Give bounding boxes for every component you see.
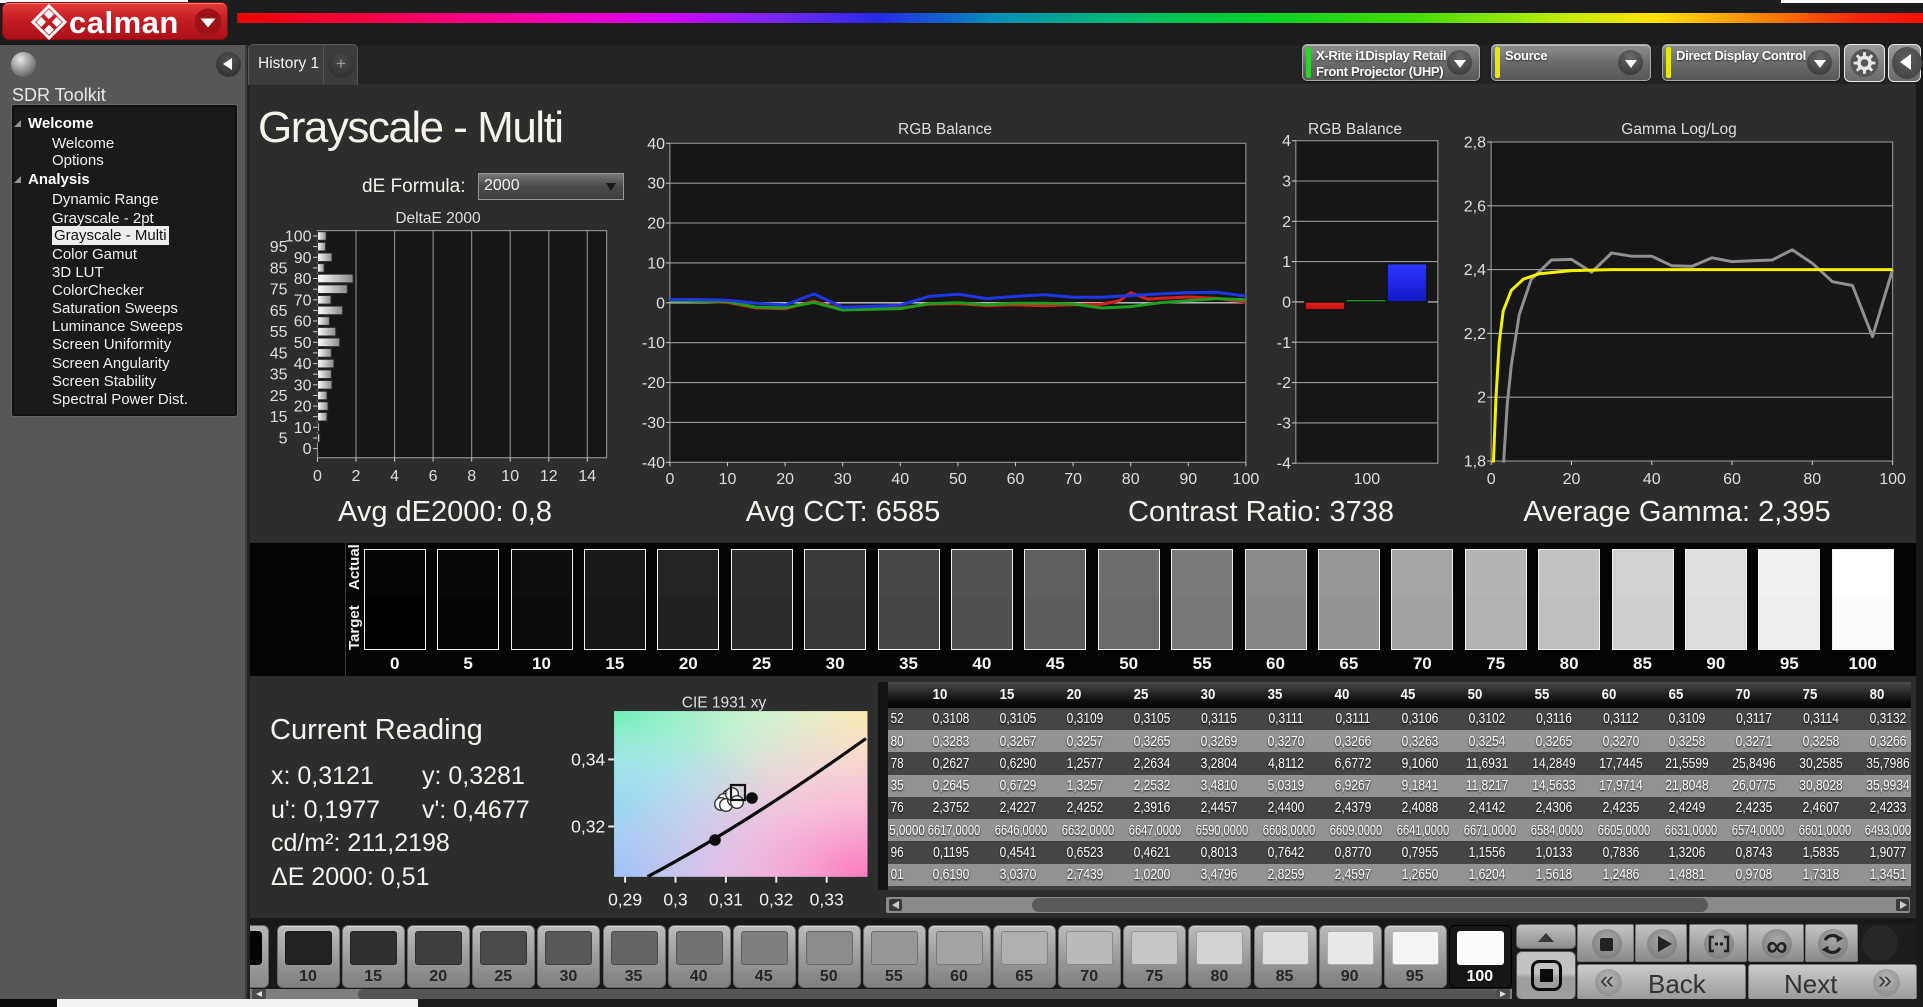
svg-text:100: 100 [1233,471,1260,488]
svg-text:DeltaE 2000: DeltaE 2000 [395,210,481,227]
svg-text:0: 0 [656,295,665,312]
svg-text:100: 100 [285,229,312,246]
svg-text:90: 90 [1179,471,1197,488]
svg-text:RGB Balance: RGB Balance [898,121,992,138]
svg-text:0: 0 [1282,294,1291,311]
svg-text:40: 40 [647,136,665,153]
svg-text:50: 50 [949,471,967,488]
svg-text:2,8: 2,8 [1464,135,1486,152]
svg-text:0,32: 0,32 [759,890,793,910]
svg-text:10: 10 [501,468,519,485]
svg-text:15: 15 [270,409,288,426]
svg-text:35: 35 [270,367,288,384]
svg-text:1: 1 [1282,254,1291,271]
svg-text:0,34: 0,34 [571,749,605,769]
svg-text:-30: -30 [642,415,665,432]
svg-text:0,32: 0,32 [571,817,605,837]
svg-text:2,2: 2,2 [1464,326,1486,343]
svg-text:40: 40 [891,471,909,488]
svg-text:75: 75 [270,282,288,299]
svg-text:30: 30 [294,377,312,394]
svg-text:45: 45 [270,345,288,362]
svg-text:0: 0 [665,471,674,488]
svg-text:0: 0 [313,468,322,485]
svg-text:2: 2 [1477,390,1486,407]
svg-text:2,4: 2,4 [1464,262,1486,279]
svg-text:4: 4 [1282,133,1291,150]
svg-text:-3: -3 [1277,415,1291,432]
svg-text:2,6: 2,6 [1464,198,1486,215]
svg-text:2: 2 [1282,214,1291,231]
svg-text:65: 65 [270,303,288,320]
svg-text:80: 80 [294,271,312,288]
svg-text:-2: -2 [1277,375,1291,392]
svg-text:20: 20 [294,399,312,416]
svg-text:20: 20 [1563,471,1581,488]
svg-text:25: 25 [270,388,288,405]
svg-text:5: 5 [279,431,288,448]
svg-text:0,31: 0,31 [709,890,743,910]
svg-text:95: 95 [270,239,288,256]
svg-text:0: 0 [1487,471,1496,488]
svg-text:30: 30 [647,176,665,193]
svg-text:80: 80 [1803,471,1821,488]
svg-text:-10: -10 [642,335,665,352]
svg-text:0,3: 0,3 [663,890,687,910]
svg-text:6: 6 [429,468,438,485]
svg-text:30: 30 [834,471,852,488]
svg-text:calman: calman [69,5,179,40]
svg-text:-40: -40 [642,455,665,472]
svg-text:20: 20 [647,216,665,233]
svg-text:50: 50 [294,335,312,352]
svg-text:12: 12 [540,468,558,485]
svg-text:85: 85 [270,260,288,277]
svg-text:70: 70 [1064,471,1082,488]
svg-text:55: 55 [270,324,288,341]
svg-text:20: 20 [776,471,794,488]
svg-text:-20: -20 [642,375,665,392]
svg-text:60: 60 [1007,471,1025,488]
svg-text:8: 8 [467,468,476,485]
svg-text:40: 40 [294,356,312,373]
svg-text:100: 100 [1879,471,1906,488]
svg-text:0: 0 [303,441,312,458]
svg-text:Gamma Log/Log: Gamma Log/Log [1621,121,1736,138]
svg-text:3: 3 [1282,174,1291,191]
svg-text:-1: -1 [1277,335,1291,352]
svg-text:10: 10 [294,420,312,437]
svg-text:CIE 1931 xy: CIE 1931 xy [682,695,767,712]
svg-text:40: 40 [1643,471,1661,488]
svg-text:90: 90 [294,250,312,267]
svg-text:4: 4 [390,468,399,485]
svg-text:100: 100 [1353,471,1380,488]
svg-text:10: 10 [647,255,665,272]
svg-text:1,8: 1,8 [1464,454,1486,471]
svg-text:60: 60 [294,314,312,331]
svg-text:0,33: 0,33 [810,890,844,910]
svg-text:70: 70 [294,292,312,309]
svg-text:0,29: 0,29 [608,890,642,910]
svg-text:80: 80 [1122,471,1140,488]
svg-text:2: 2 [352,468,361,485]
svg-text:10: 10 [719,471,737,488]
svg-text:RGB Balance: RGB Balance [1308,121,1402,138]
svg-text:14: 14 [578,468,596,485]
svg-text:-4: -4 [1277,456,1291,473]
svg-text:60: 60 [1723,471,1741,488]
